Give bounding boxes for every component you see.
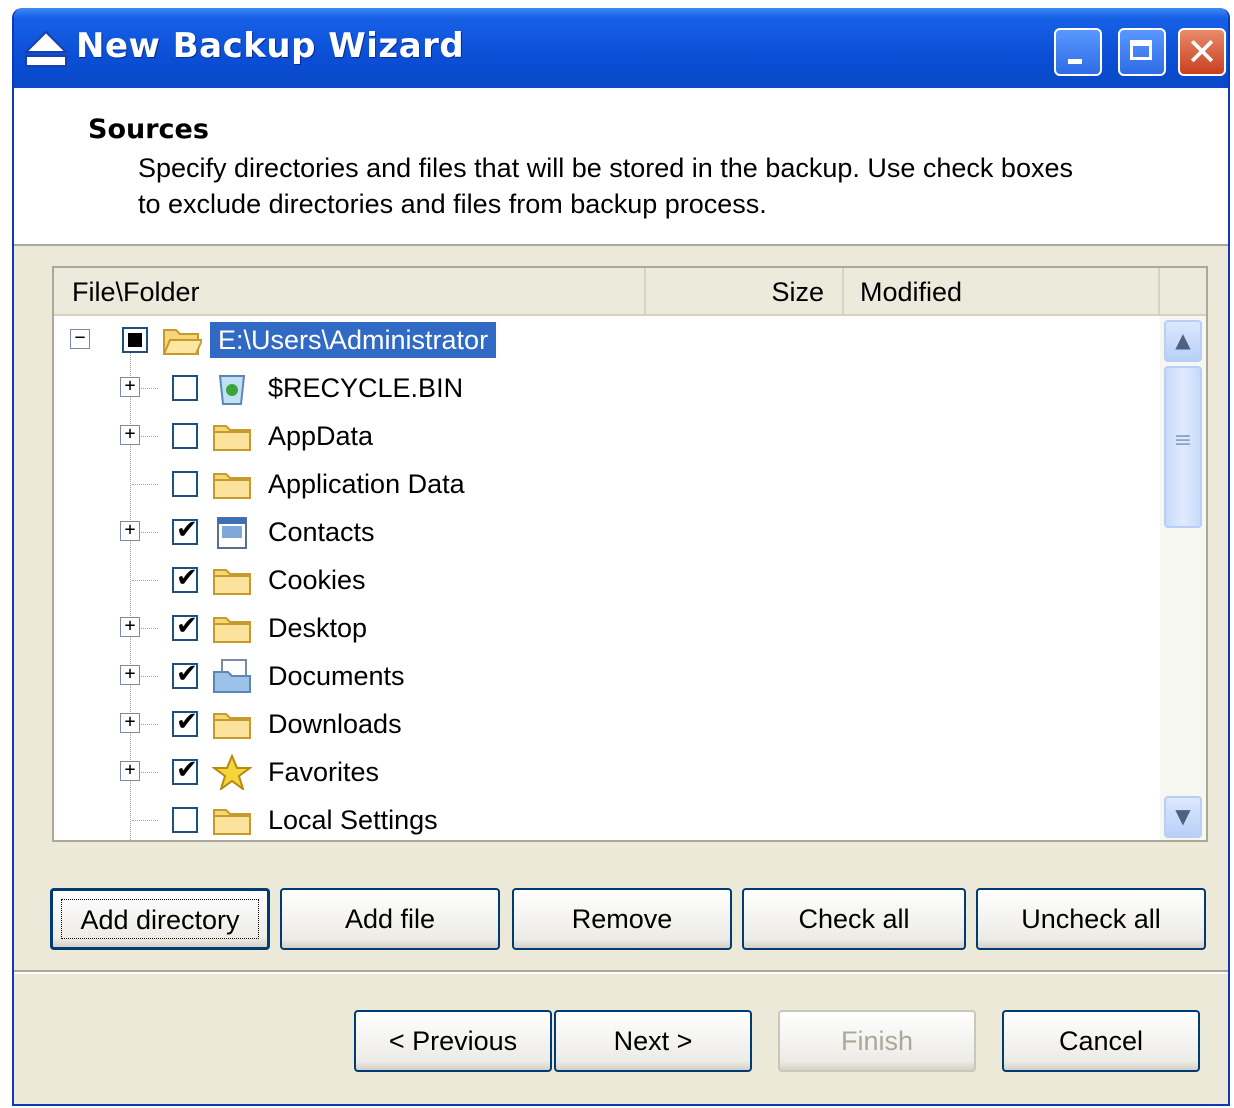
item-checkbox[interactable]: ✔: [172, 755, 198, 785]
expand-icon[interactable]: +: [120, 761, 140, 781]
item-checkbox[interactable]: [172, 375, 198, 401]
expand-icon[interactable]: +: [120, 521, 140, 541]
chevron-down-icon: ▼: [1175, 804, 1191, 828]
tree-row[interactable]: + ✔ Desktop: [54, 604, 1158, 652]
tree-row[interactable]: + AppData: [54, 412, 1158, 460]
tree-row[interactable]: Application Data: [54, 460, 1158, 508]
chevron-up-icon: ▲: [1175, 328, 1191, 352]
check-mark-icon: ✔: [176, 659, 198, 689]
remove-button[interactable]: Remove: [512, 888, 732, 950]
page-description: Specify directories and files that will …: [138, 153, 1073, 219]
divider: [14, 970, 1228, 974]
sources-tree-panel: File\Folder Size Modified − E:\Users\Adm…: [52, 266, 1208, 842]
check-mark-icon: ✔: [176, 611, 198, 641]
collapse-icon[interactable]: −: [70, 329, 90, 349]
check-mark-icon: ✔: [176, 755, 198, 785]
tree-item-label[interactable]: Downloads: [260, 706, 410, 742]
scroll-up-button[interactable]: ▲: [1164, 320, 1202, 362]
page-title: Sources: [88, 114, 209, 145]
check-all-button[interactable]: Check all: [742, 888, 966, 950]
close-button[interactable]: ✕: [1178, 28, 1226, 76]
tree-item-label[interactable]: Application Data: [260, 466, 473, 502]
favorites-star-icon: [212, 754, 252, 790]
partial-check-mark: [128, 333, 142, 347]
close-icon: ✕: [1186, 30, 1218, 74]
recycle-bin-icon: [218, 375, 246, 405]
minimize-button[interactable]: [1054, 28, 1102, 76]
tree-row[interactable]: + ✔ Downloads: [54, 700, 1158, 748]
expand-icon[interactable]: +: [120, 377, 140, 397]
item-checkbox[interactable]: ✔: [172, 659, 198, 689]
item-checkbox[interactable]: ✔: [172, 515, 198, 545]
tree-row[interactable]: ✔ Cookies: [54, 556, 1158, 604]
tree-row-root[interactable]: − E:\Users\Administrator: [54, 316, 1158, 364]
item-checkbox[interactable]: ✔: [172, 707, 198, 737]
tree-item-label[interactable]: Documents: [260, 658, 413, 694]
folder-icon: [213, 425, 251, 451]
open-folder-icon: [162, 329, 202, 355]
folder-tree: − E:\Users\Administrator + $RECYCLE.BIN + A…: [54, 316, 1158, 840]
item-checkbox[interactable]: ✔: [172, 563, 198, 593]
cancel-button[interactable]: Cancel: [1002, 1010, 1200, 1072]
item-checkbox[interactable]: ✔: [172, 611, 198, 641]
scroll-thumb[interactable]: ≡: [1164, 366, 1202, 528]
tree-item-label[interactable]: Local Settings: [260, 802, 446, 838]
expand-icon[interactable]: +: [120, 665, 140, 685]
folder-icon: [213, 473, 251, 499]
column-header-file[interactable]: File\Folder: [54, 268, 646, 314]
tree-item-label[interactable]: E:\Users\Administrator: [210, 322, 497, 358]
tree-row[interactable]: + ✔ Contacts: [54, 508, 1158, 556]
vertical-scrollbar[interactable]: ▲ ≡ ▼: [1160, 316, 1206, 840]
expand-icon[interactable]: +: [120, 425, 140, 445]
folder-icon: [213, 569, 251, 595]
tree-item-label[interactable]: $RECYCLE.BIN: [260, 370, 471, 406]
expand-icon[interactable]: +: [120, 617, 140, 637]
tree-row[interactable]: Local Settings: [54, 796, 1158, 840]
documents-icon: [213, 659, 251, 693]
finish-button[interactable]: Finish: [778, 1010, 976, 1072]
check-mark-icon: ✔: [176, 563, 198, 593]
root-checkbox[interactable]: [122, 327, 148, 353]
column-header-size[interactable]: Size: [646, 268, 844, 314]
tree-connector: [132, 484, 158, 485]
contacts-icon: [217, 517, 247, 549]
expand-icon[interactable]: +: [120, 713, 140, 733]
window-title: New Backup Wizard: [76, 26, 465, 66]
maximize-button[interactable]: [1118, 28, 1166, 76]
tree-connector: [132, 580, 158, 581]
tree-item-label[interactable]: AppData: [260, 418, 381, 454]
scroll-down-button[interactable]: ▼: [1164, 796, 1202, 838]
folder-icon: [213, 809, 251, 835]
tree-item-label[interactable]: Cookies: [260, 562, 374, 598]
previous-button[interactable]: < Previous: [354, 1010, 552, 1072]
check-mark-icon: ✔: [176, 707, 198, 737]
backup-eject-icon: [24, 30, 68, 67]
tree-connector: [132, 820, 158, 821]
tree-item-label[interactable]: Contacts: [260, 514, 383, 550]
title-bar[interactable]: New Backup Wizard ✕: [14, 8, 1228, 88]
tree-item-label[interactable]: Favorites: [260, 754, 387, 790]
tree-row[interactable]: + $RECYCLE.BIN: [54, 364, 1158, 412]
add-file-button[interactable]: Add file: [280, 888, 500, 950]
column-header-modified[interactable]: Modified: [844, 268, 1160, 314]
tree-row[interactable]: + ✔ Favorites: [54, 748, 1158, 796]
check-mark-icon: ✔: [176, 515, 198, 545]
wizard-window: New Backup Wizard ✕ Sources Specify dire…: [12, 8, 1230, 1106]
item-checkbox[interactable]: [172, 423, 198, 449]
next-button[interactable]: Next >: [554, 1010, 752, 1072]
uncheck-all-button[interactable]: Uncheck all: [976, 888, 1206, 950]
tree-row[interactable]: + ✔ Documents: [54, 652, 1158, 700]
item-checkbox[interactable]: [172, 807, 198, 833]
folder-icon: [213, 617, 251, 643]
wizard-header: Sources Specify directories and files th…: [14, 88, 1228, 246]
folder-icon: [213, 713, 251, 739]
item-checkbox[interactable]: [172, 471, 198, 497]
grip-icon: ≡: [1173, 428, 1193, 453]
add-directory-button[interactable]: Add directory: [50, 888, 270, 950]
tree-item-label[interactable]: Desktop: [260, 610, 375, 646]
column-headers: File\Folder Size Modified: [54, 268, 1206, 316]
